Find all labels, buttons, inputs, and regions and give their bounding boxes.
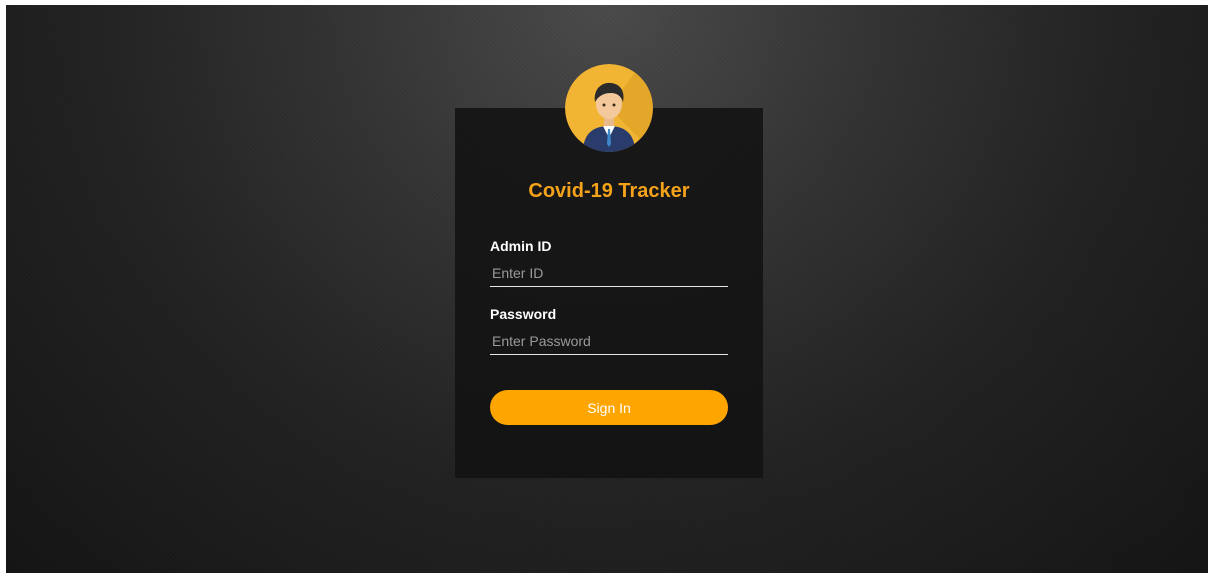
password-input[interactable] xyxy=(490,327,728,355)
app-title: Covid-19 Tracker xyxy=(528,180,690,202)
admin-id-label: Admin ID xyxy=(490,238,552,254)
admin-id-input[interactable] xyxy=(490,259,728,287)
login-background: Covid-19 Tracker Admin ID Password Sign … xyxy=(6,5,1208,573)
sign-in-button[interactable]: Sign In xyxy=(490,390,728,425)
admin-user-icon xyxy=(565,64,653,152)
password-label: Password xyxy=(490,306,557,322)
login-card: Covid-19 Tracker Admin ID Password Sign … xyxy=(455,108,763,478)
